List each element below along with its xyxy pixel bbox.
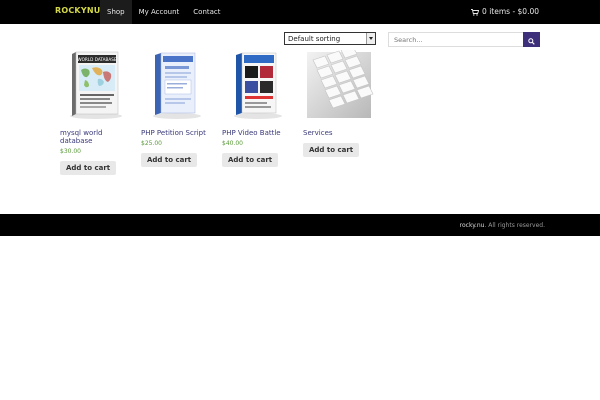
footer-site-link[interactable]: rocky.nu	[460, 222, 485, 229]
footer-copyright: rocky.nu. All rights reserved.	[460, 222, 545, 229]
product-title[interactable]: mysql world database	[60, 129, 130, 145]
product-card: WORLD DATABASE mysql world database $30.…	[60, 50, 132, 175]
site-footer: rocky.nu. All rights reserved.	[0, 214, 600, 236]
search-icon	[528, 30, 535, 49]
chevron-down-icon	[366, 33, 375, 44]
add-to-cart-button[interactable]: Add to cart	[303, 143, 360, 157]
sorting-select[interactable]: Default sorting	[284, 32, 376, 45]
product-title[interactable]: PHP Petition Script	[141, 129, 211, 137]
svg-text:WORLD DATABASE: WORLD DATABASE	[77, 57, 116, 62]
product-price: $40.00	[222, 140, 243, 147]
cart-icon	[471, 8, 480, 16]
product-title[interactable]: Services	[303, 129, 373, 137]
product-card: PHP Petition Script $25.00 Add to cart	[141, 50, 213, 167]
product-card: PHP Video Battle $40.00 Add to cart	[222, 50, 294, 167]
navbar-inner: ROCKYNU Shop My Account Contact 0 items …	[55, 0, 545, 24]
sorting-selected-value: Default sorting	[288, 35, 341, 43]
product-image-petition-script[interactable]	[141, 50, 213, 122]
add-to-cart-button[interactable]: Add to cart	[222, 153, 279, 167]
nav-item-my-account[interactable]: My Account	[132, 0, 187, 24]
product-card: Services Add to cart	[303, 46, 375, 157]
add-to-cart-button[interactable]: Add to cart	[141, 153, 198, 167]
search-input[interactable]	[388, 32, 524, 47]
product-price: $30.00	[60, 148, 81, 155]
site-logo[interactable]: ROCKYNU	[55, 6, 100, 15]
cart-summary[interactable]: 0 items - $0.00	[471, 0, 539, 24]
product-image-keyboard[interactable]	[303, 46, 375, 122]
search-button[interactable]	[523, 32, 540, 47]
product-price: $25.00	[141, 140, 162, 147]
nav-item-shop[interactable]: Shop	[100, 0, 132, 24]
product-title[interactable]: PHP Video Battle	[222, 129, 292, 137]
cart-label: 0 items - $0.00	[482, 7, 539, 16]
main-nav: Shop My Account Contact	[100, 0, 228, 24]
footer-rights-text: . All rights reserved.	[484, 222, 545, 229]
product-image-world-database[interactable]: WORLD DATABASE	[60, 50, 132, 122]
nav-item-contact[interactable]: Contact	[186, 0, 227, 24]
add-to-cart-button[interactable]: Add to cart	[60, 161, 117, 175]
product-image-video-battle[interactable]	[222, 50, 294, 122]
top-navbar: ROCKYNU Shop My Account Contact 0 items …	[0, 0, 600, 24]
